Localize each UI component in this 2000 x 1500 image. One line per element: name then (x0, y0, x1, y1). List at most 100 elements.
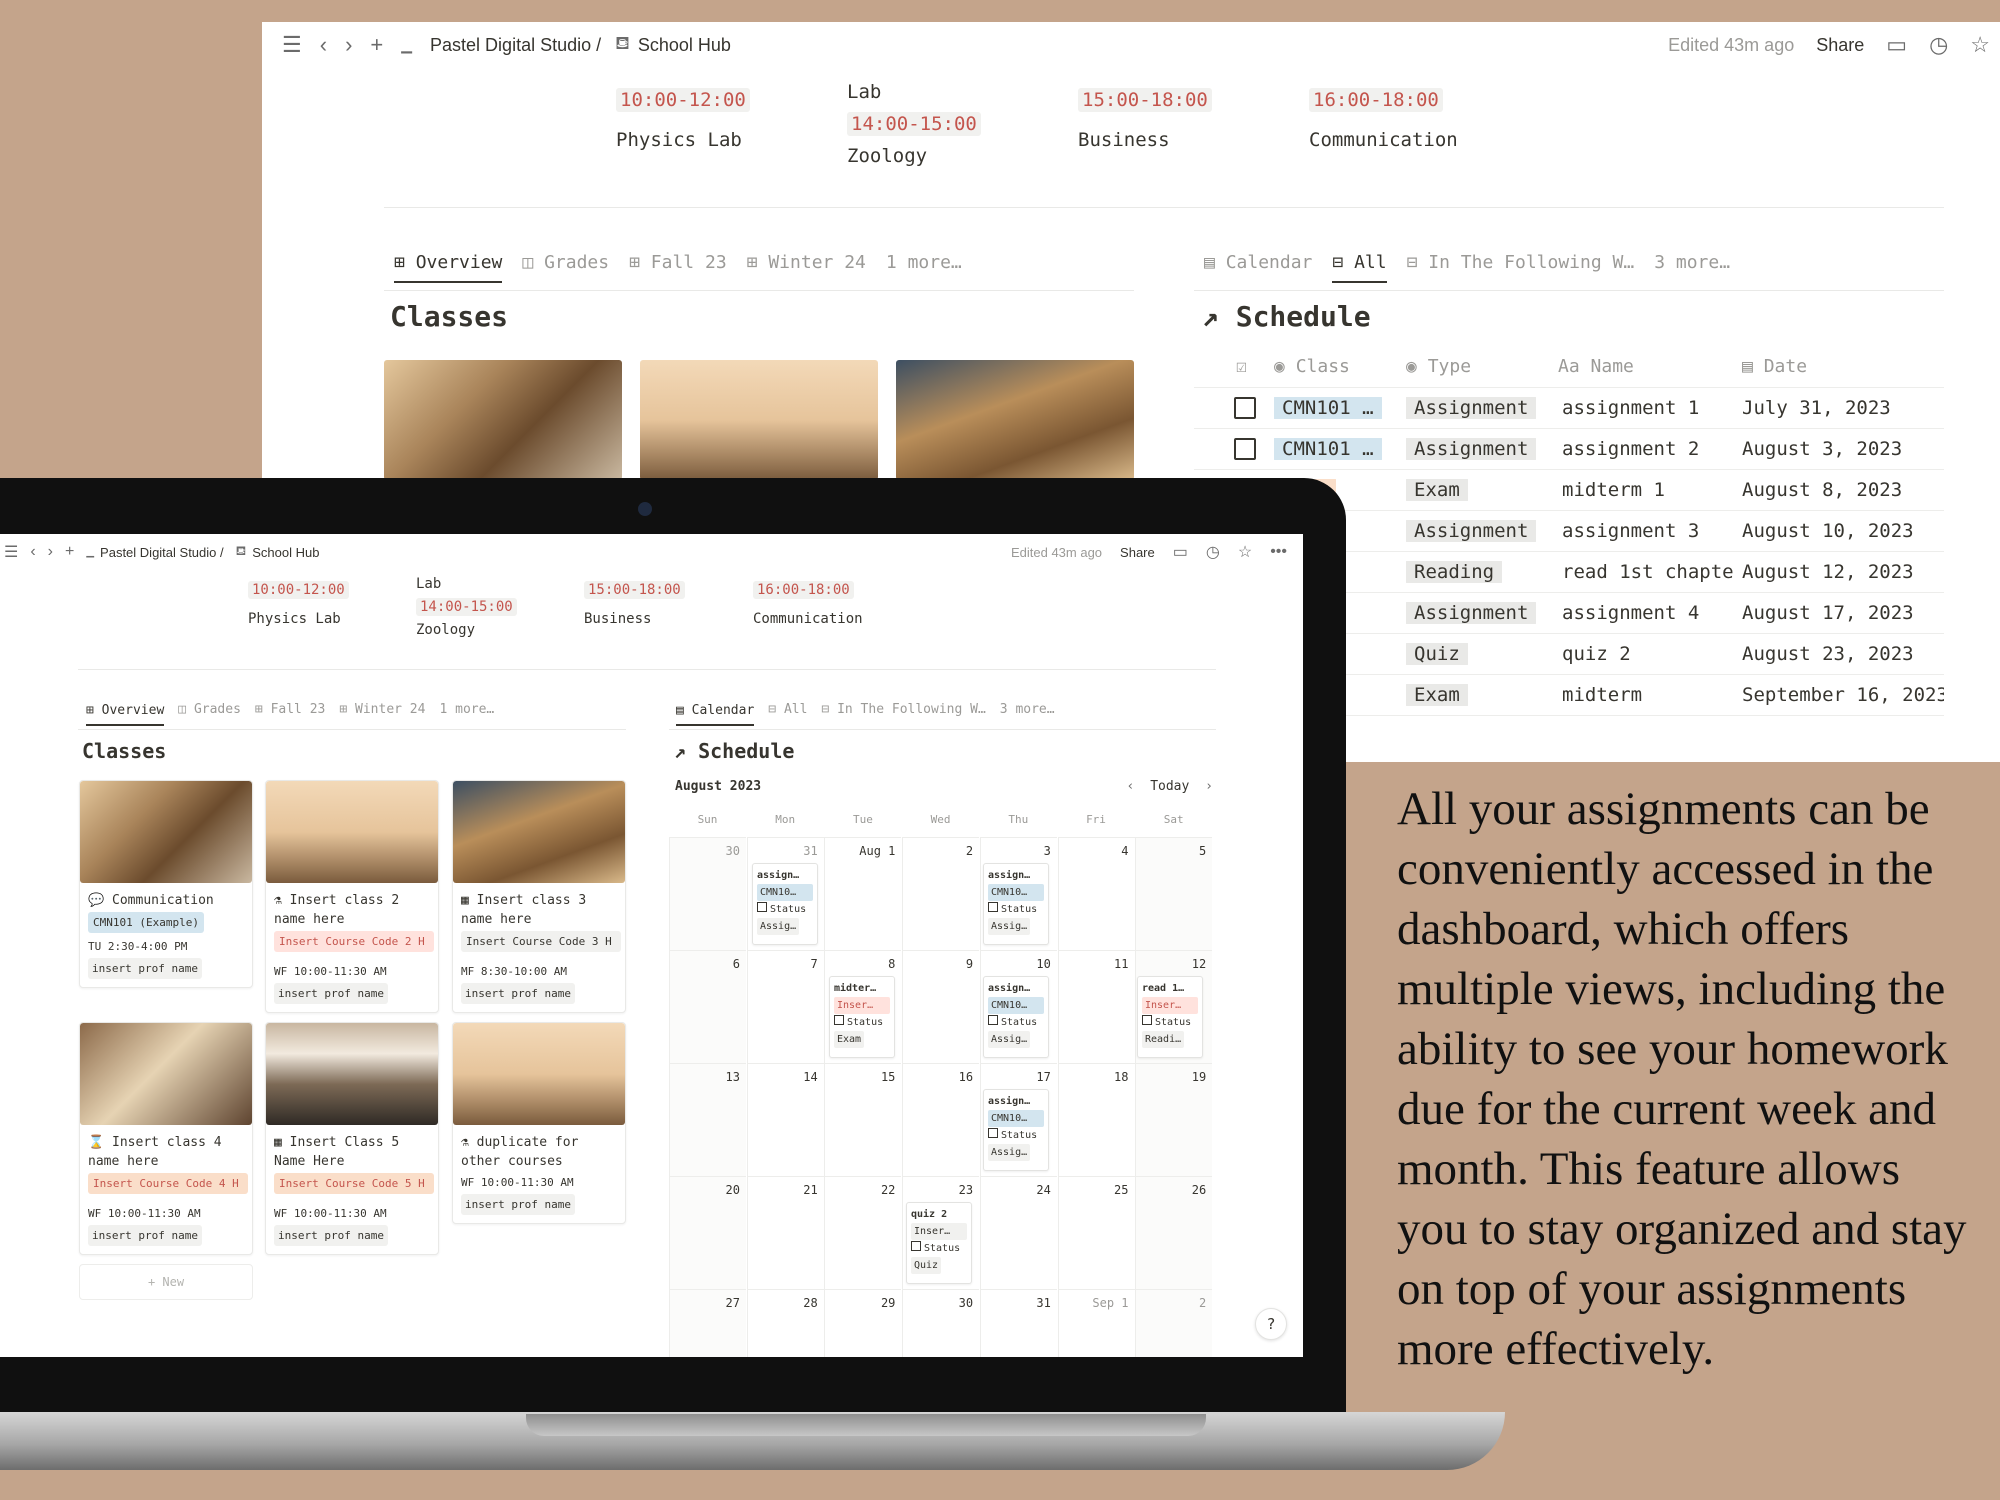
row-name[interactable]: read 1st chapte (1562, 561, 1740, 583)
calendar-event[interactable]: quiz 2 Inser… Status Quiz (906, 1202, 972, 1284)
column-date[interactable]: ▤ Date (1742, 356, 1807, 377)
tab-more[interactable]: 1 more… (886, 252, 962, 283)
calendar-event[interactable]: assign… CMN10… Status Assig… (983, 863, 1049, 945)
breadcrumb-page[interactable]: School Hub (638, 35, 731, 56)
new-card-button[interactable]: + New (79, 1264, 253, 1300)
menu-icon[interactable]: ☰ (282, 32, 302, 58)
tab-fall-23[interactable]: ⊞ Fall 23 (255, 702, 325, 727)
calendar-day-cell[interactable]: 25 (1057, 1176, 1135, 1289)
schedule-heading[interactable]: ↗ Schedule (674, 739, 794, 763)
star-icon[interactable]: ☆ (1970, 32, 1990, 58)
calendar-day-cell[interactable]: Aug 1 (824, 837, 902, 950)
tab-following-week[interactable]: ⊟ In The Following W… (821, 702, 985, 727)
tab-more[interactable]: 3 more… (1000, 702, 1055, 727)
calendar-event[interactable]: assign… CMN10… Status Assig… (752, 863, 818, 945)
today-button[interactable]: Today (1150, 779, 1189, 794)
schedule-heading[interactable]: ↗ Schedule (1202, 300, 1371, 333)
forward-icon[interactable]: › (48, 543, 53, 561)
tab-more[interactable]: 1 more… (439, 702, 494, 727)
share-button[interactable]: Share (1120, 545, 1155, 560)
calendar-day-cell[interactable]: 13 (669, 1063, 746, 1176)
back-icon[interactable]: ‹ (320, 32, 327, 58)
calendar-day-cell[interactable]: 2 (1135, 1289, 1213, 1357)
row-name[interactable]: assignment 2 (1562, 438, 1699, 460)
calendar-day-cell[interactable]: 21 (746, 1176, 824, 1289)
tab-overview[interactable]: ⊞ Overview (86, 703, 165, 726)
class-card[interactable]: ▦ Insert class 3 name here Insert Course… (452, 780, 626, 1013)
row-name[interactable]: midterm 1 (1562, 479, 1665, 501)
tab-calendar[interactable]: ▤ Calendar (1204, 252, 1312, 283)
checkbox-icon[interactable] (834, 1015, 844, 1025)
checkbox-icon[interactable] (1142, 1015, 1152, 1025)
tab-grades[interactable]: ◫ Grades (522, 252, 609, 283)
calendar-day-cell[interactable]: 5 (1135, 837, 1213, 950)
row-name[interactable]: quiz 2 (1562, 643, 1631, 665)
star-icon[interactable]: ☆ (1238, 542, 1252, 562)
tab-more[interactable]: 3 more… (1654, 252, 1730, 283)
calendar-day-cell[interactable]: 14 (746, 1063, 824, 1176)
clock-icon[interactable]: ◷ (1206, 542, 1220, 562)
tab-all[interactable]: ⊟ All (768, 702, 807, 727)
share-button[interactable]: Share (1816, 35, 1864, 56)
calendar-day-cell[interactable]: 18 (1057, 1063, 1135, 1176)
calendar-day-cell[interactable]: 2 (902, 837, 980, 950)
add-icon[interactable]: + (65, 543, 74, 561)
calendar-day-cell[interactable]: 20 (669, 1176, 746, 1289)
calendar-day-cell[interactable]: 19 (1135, 1063, 1213, 1176)
calendar-day-cell[interactable]: 7 (746, 950, 824, 1063)
column-name[interactable]: Aa Name (1558, 356, 1634, 377)
back-icon[interactable]: ‹ (30, 543, 35, 561)
calendar-day-cell[interactable]: Sep 1 (1057, 1289, 1135, 1357)
row-name[interactable]: assignment 4 (1562, 602, 1699, 624)
class-card[interactable]: ⚗ Insert class 2 name here Insert Course… (265, 780, 439, 1013)
add-icon[interactable]: + (370, 32, 383, 58)
forward-icon[interactable]: › (345, 32, 352, 58)
checkbox-icon[interactable] (988, 1128, 998, 1138)
column-type[interactable]: ◉ Type (1406, 356, 1471, 377)
calendar-day-cell[interactable]: 11 (1057, 950, 1135, 1063)
calendar-day-cell[interactable]: 16 (902, 1063, 980, 1176)
table-row[interactable]: CMN101 … Assignment assignment 2 August … (1194, 428, 1944, 470)
menu-icon[interactable]: ☰ (4, 542, 18, 562)
calendar-day-cell[interactable]: 6 (669, 950, 746, 1063)
breadcrumb-page[interactable]: School Hub (252, 545, 319, 560)
comment-icon[interactable]: ▭ (1886, 32, 1907, 58)
calendar-day-cell[interactable]: 24 (979, 1176, 1057, 1289)
calendar-day-cell[interactable]: 30 (902, 1289, 980, 1357)
checkbox-icon[interactable] (757, 902, 767, 912)
checkbox-icon[interactable] (988, 1015, 998, 1025)
column-class[interactable]: ◉ Class (1274, 356, 1350, 377)
calendar-day-cell[interactable]: 26 (1135, 1176, 1213, 1289)
class-card[interactable]: ▦ Insert Class 5 Name Here Insert Course… (265, 1022, 439, 1255)
row-name[interactable]: assignment 1 (1562, 397, 1699, 419)
breadcrumb-workspace[interactable]: Pastel Digital Studio / (100, 545, 224, 560)
more-icon[interactable]: ••• (1270, 543, 1287, 561)
calendar-event[interactable]: read 1… Inser… Status Readi… (1137, 976, 1203, 1058)
calendar-day-cell[interactable]: 27 (669, 1289, 746, 1357)
class-card[interactable]: ⚗ duplicate for other courses WF 10:00-1… (452, 1022, 626, 1224)
tab-winter-24[interactable]: ⊞ Winter 24 (747, 252, 866, 283)
breadcrumb-workspace[interactable]: Pastel Digital Studio / (430, 35, 601, 56)
help-button[interactable]: ? (1255, 1308, 1287, 1340)
tab-fall-23[interactable]: ⊞ Fall 23 (629, 252, 727, 283)
calendar-event[interactable]: assign… CMN10… Status Assig… (983, 1089, 1049, 1171)
tab-calendar[interactable]: ▤ Calendar (676, 703, 755, 726)
calendar-day-cell[interactable]: 9 (902, 950, 980, 1063)
tab-overview[interactable]: ⊞ Overview (394, 252, 503, 283)
calendar-day-cell[interactable]: 29 (824, 1289, 902, 1357)
calendar-day-cell[interactable]: 15 (824, 1063, 902, 1176)
tab-following-week[interactable]: ⊟ In The Following W… (1407, 252, 1635, 283)
next-month-icon[interactable]: › (1205, 779, 1213, 794)
prev-month-icon[interactable]: ‹ (1127, 779, 1135, 794)
clock-icon[interactable]: ◷ (1929, 32, 1948, 58)
tab-winter-24[interactable]: ⊞ Winter 24 (339, 702, 425, 727)
checkbox-icon[interactable] (988, 902, 998, 912)
calendar-day-cell[interactable]: 30 (669, 837, 746, 950)
calendar-event[interactable]: assign… CMN10… Status Assig… (983, 976, 1049, 1058)
row-checkbox[interactable] (1234, 437, 1256, 460)
calendar-day-cell[interactable]: 22 (824, 1176, 902, 1289)
class-card[interactable]: 💬 Communication CMN101 (Example) TU 2:30… (79, 780, 253, 988)
calendar-day-cell[interactable]: 31 (979, 1289, 1057, 1357)
row-checkbox[interactable] (1234, 396, 1256, 419)
tab-all[interactable]: ⊟ All (1332, 252, 1387, 283)
